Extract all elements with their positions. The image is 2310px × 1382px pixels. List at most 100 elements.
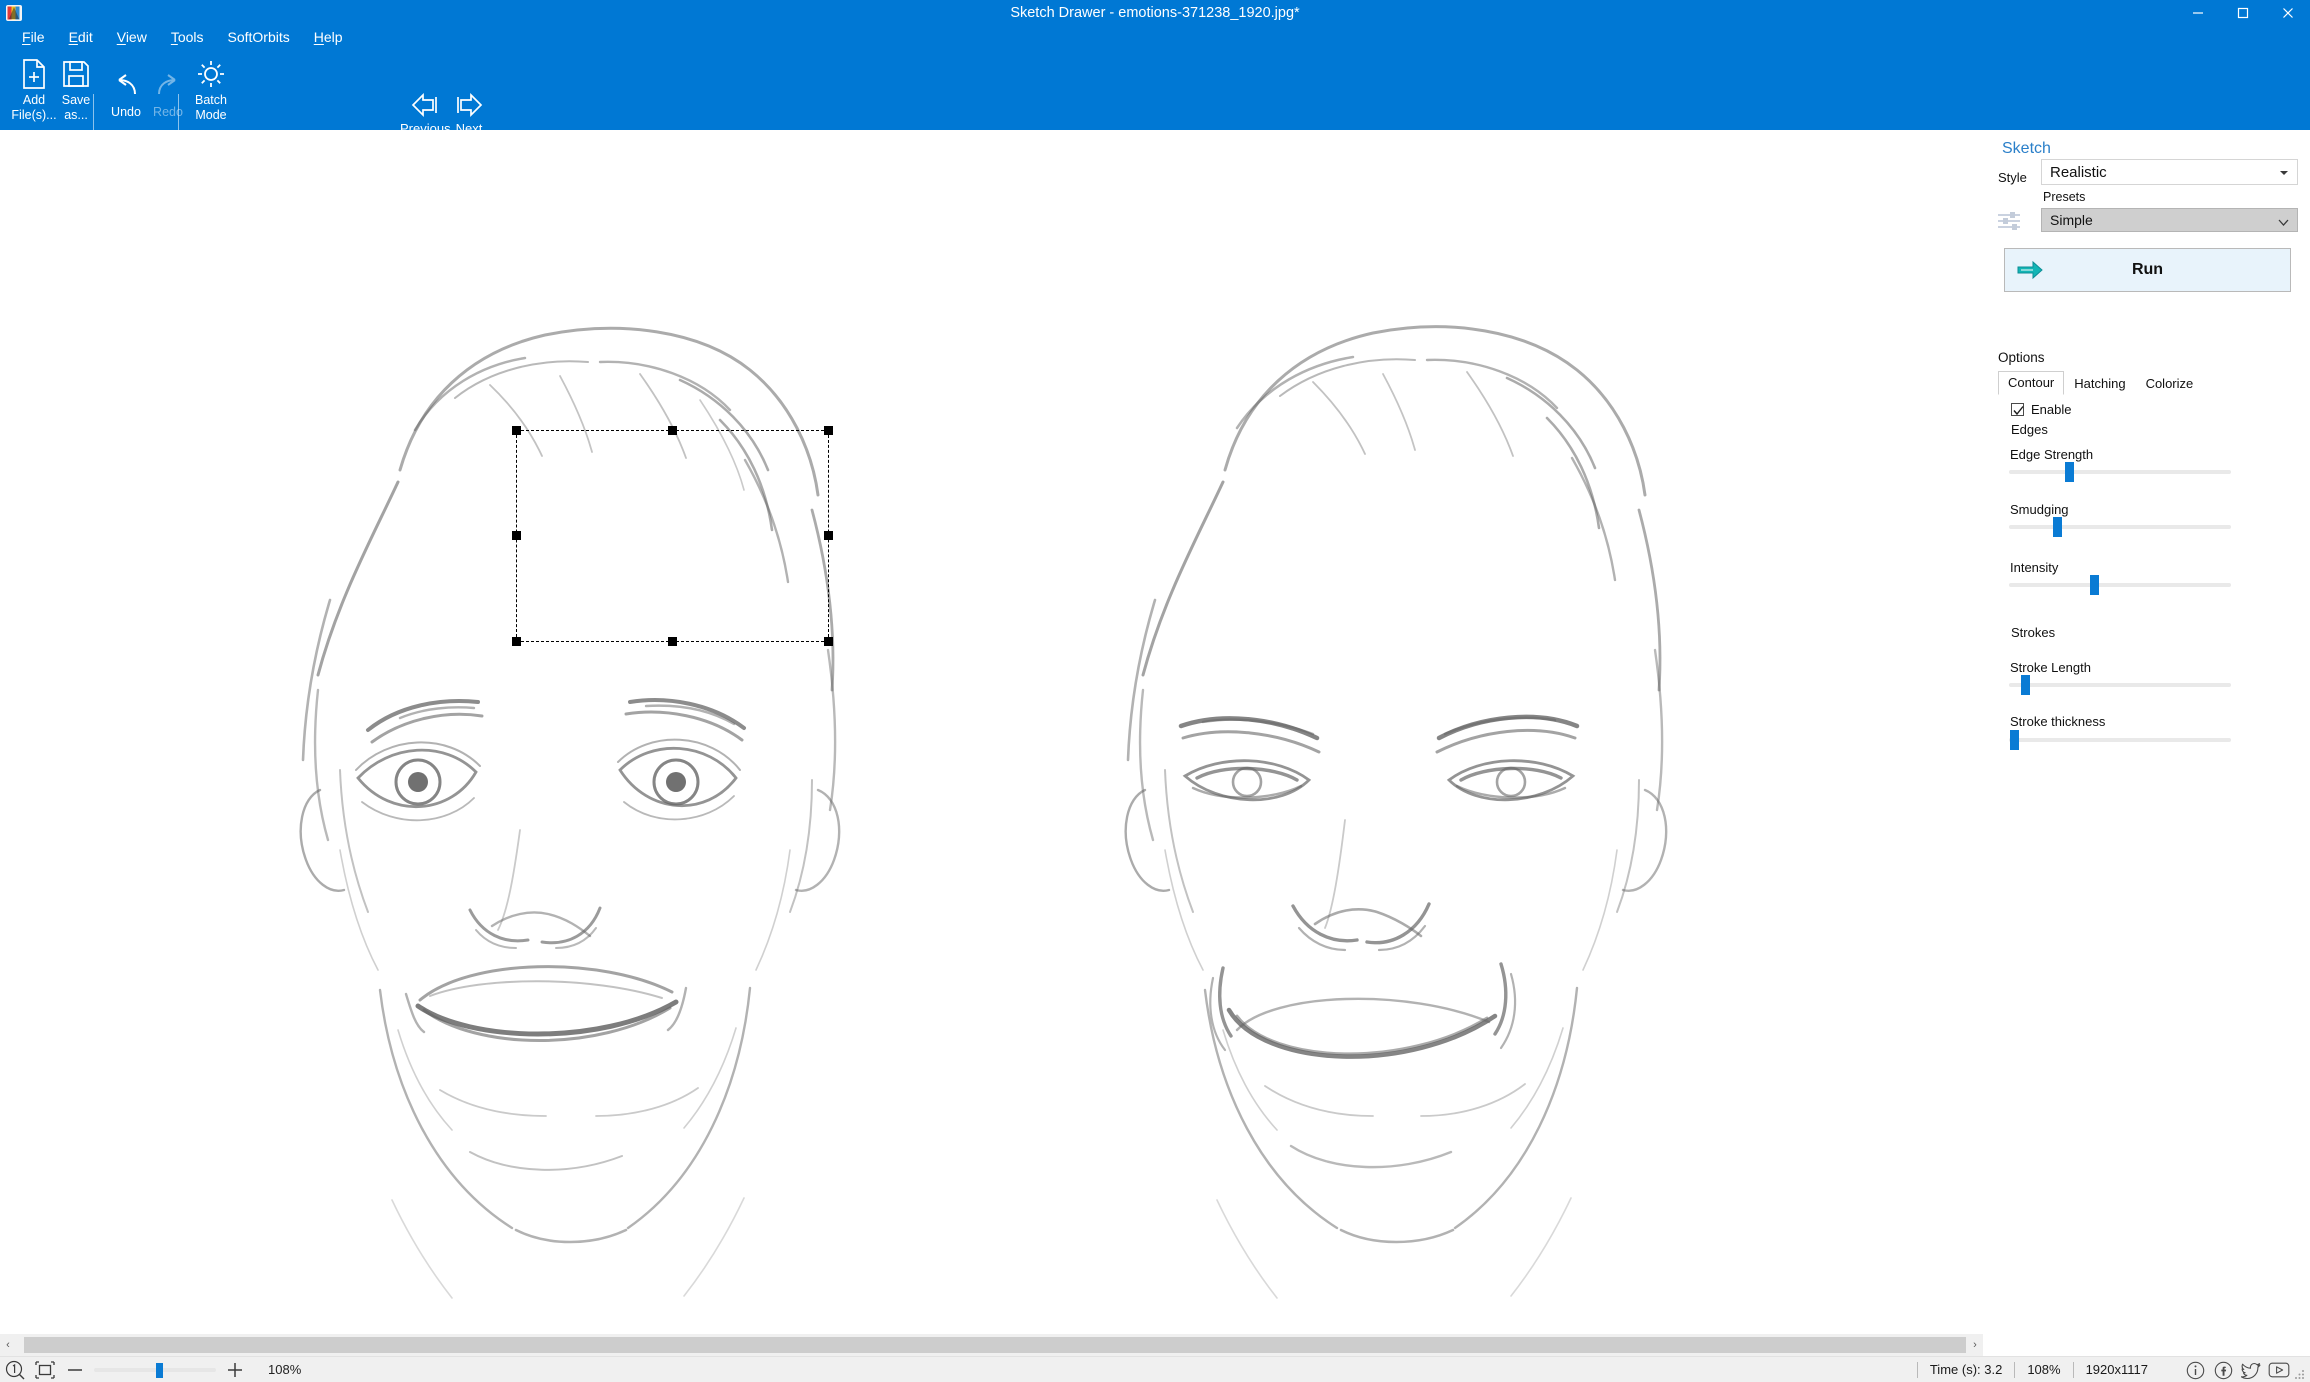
canvas-area[interactable] xyxy=(0,130,1983,1334)
presets-chevron-down-icon xyxy=(2278,215,2289,226)
run-button[interactable]: Run xyxy=(2004,248,2291,292)
save-as-button[interactable]: Save as... xyxy=(48,50,104,122)
style-label: Style xyxy=(1998,170,2027,185)
sketch-preview-image xyxy=(299,325,1668,1299)
zoom-slider-thumb[interactable] xyxy=(156,1362,163,1378)
presets-value: Simple xyxy=(2050,212,2093,228)
smudging-slider[interactable] xyxy=(2009,517,2231,537)
edge-strength-label: Edge Strength xyxy=(2010,447,2094,462)
smudging-thumb[interactable] xyxy=(2053,517,2062,537)
batch-mode-label-1: Batch xyxy=(195,93,227,107)
edge-strength-thumb[interactable] xyxy=(2065,462,2074,482)
window-controls xyxy=(2175,0,2310,26)
presets-label: Presets xyxy=(2043,190,2086,204)
style-dropdown[interactable]: Realistic xyxy=(2041,159,2298,185)
tab-contour[interactable]: Contour xyxy=(1998,371,2065,395)
enable-checkbox-row[interactable]: Enable xyxy=(2011,402,2071,417)
stroke-thickness-thumb[interactable] xyxy=(2010,730,2019,750)
next-arrow-icon xyxy=(453,92,485,121)
menu-softorbits[interactable]: SoftOrbits xyxy=(216,26,302,48)
menu-bar: FFileile Edit View Tools SoftOrbits Help xyxy=(0,26,2310,48)
zoom-percent-left: 108% xyxy=(268,1362,302,1377)
actual-size-icon[interactable] xyxy=(4,1359,26,1381)
strokes-section-label: Strokes xyxy=(2011,625,2056,640)
stroke-length-thumb[interactable] xyxy=(2021,675,2030,695)
menu-view[interactable]: View xyxy=(105,26,159,48)
minimize-button[interactable] xyxy=(2175,0,2220,26)
status-bar: 108% Time (s): 3.2 108% 1920x1117 xyxy=(0,1356,2310,1382)
menu-edit[interactable]: Edit xyxy=(57,26,105,48)
zoom-out-icon[interactable] xyxy=(64,1359,86,1381)
presets-dropdown[interactable]: Simple xyxy=(2041,208,2298,232)
twitter-icon[interactable] xyxy=(2238,1357,2264,1382)
edges-section-label: Edges xyxy=(2011,422,2048,437)
toolbar: Add File(s)... Save as... Undo Redo Batc… xyxy=(0,48,2310,150)
stroke-length-track[interactable] xyxy=(2009,683,2231,687)
stroke-length-slider[interactable] xyxy=(2009,675,2231,695)
run-label: Run xyxy=(2131,261,2164,278)
options-tabs: Contour Hatching Colorize xyxy=(1998,371,2298,395)
smudging-track[interactable] xyxy=(2009,525,2231,529)
stroke-thickness-track[interactable] xyxy=(2009,738,2231,742)
sketch-drawer-window: Sketch Drawer - emotions-371238_1920.jpg… xyxy=(0,0,2310,1382)
zoom-slider-track[interactable] xyxy=(94,1367,216,1372)
save-as-label-2: as... xyxy=(64,108,88,122)
tab-hatching[interactable]: Hatching xyxy=(2064,372,2135,395)
options-label: Options xyxy=(1998,350,2045,365)
add-files-label-1: Add xyxy=(22,93,46,107)
save-floppy-icon xyxy=(62,56,90,92)
resize-grip-icon[interactable] xyxy=(2292,1357,2306,1382)
canvas-horizontal-scrollbar[interactable]: ‹ › xyxy=(0,1334,1983,1356)
intensity-track[interactable] xyxy=(2009,583,2231,587)
scroll-left-icon[interactable]: ‹ xyxy=(0,1334,16,1356)
gear-icon xyxy=(196,56,226,92)
enable-checkbox[interactable] xyxy=(2011,403,2024,416)
undo-icon xyxy=(111,68,141,104)
scrollbar-thumb[interactable] xyxy=(24,1337,1966,1353)
enable-label: Enable xyxy=(2031,402,2072,417)
sketch-settings-panel: Sketch Style Realistic Presets Simple Ru… xyxy=(1983,130,2310,1356)
fit-to-window-icon[interactable] xyxy=(34,1359,56,1381)
save-as-label-1: Save xyxy=(61,93,91,107)
previous-arrow-icon xyxy=(409,92,441,121)
stroke-thickness-label: Stroke thickness xyxy=(2010,714,2106,729)
intensity-label: Intensity xyxy=(2010,560,2059,575)
menu-help[interactable]: Help xyxy=(302,26,355,48)
scroll-right-icon[interactable]: › xyxy=(1967,1334,1983,1356)
menu-file[interactable]: FFileile xyxy=(10,26,57,48)
maximize-button[interactable] xyxy=(2220,0,2265,26)
batch-mode-label-2: Mode xyxy=(195,108,227,122)
undo-label: Undo xyxy=(111,105,141,119)
zoom-slider[interactable] xyxy=(94,1360,216,1380)
title-bar: Sketch Drawer - emotions-371238_1920.jpg… xyxy=(0,0,2310,26)
close-button[interactable] xyxy=(2265,0,2310,26)
zoom-controls: 108% xyxy=(0,1359,301,1381)
intensity-thumb[interactable] xyxy=(2090,575,2099,595)
add-file-icon xyxy=(21,56,47,92)
chevron-down-icon xyxy=(2280,171,2288,175)
info-icon[interactable] xyxy=(2182,1357,2208,1382)
stroke-thickness-slider[interactable] xyxy=(2009,730,2231,750)
panel-title: Sketch xyxy=(2002,140,2051,157)
edge-strength-track[interactable] xyxy=(2009,470,2231,474)
scrollbar-track[interactable] xyxy=(16,1336,1967,1354)
zoom-percent-right: 108% xyxy=(2014,1362,2072,1378)
social-links xyxy=(2182,1357,2292,1382)
tab-colorize[interactable]: Colorize xyxy=(2136,372,2204,395)
edge-strength-slider[interactable] xyxy=(2009,462,2231,482)
run-arrow-icon xyxy=(2017,260,2043,280)
youtube-icon[interactable] xyxy=(2266,1357,2292,1382)
style-value: Realistic xyxy=(2050,163,2107,181)
window-title: Sketch Drawer - emotions-371238_1920.jpg… xyxy=(1010,5,1300,21)
image-dimensions: 1920x1117 xyxy=(2072,1362,2160,1378)
status-right-group: Time (s): 3.2 108% 1920x1117 xyxy=(1916,1357,2306,1382)
stroke-length-label: Stroke Length xyxy=(2010,660,2091,675)
zoom-in-icon[interactable] xyxy=(224,1359,246,1381)
batch-mode-button[interactable]: Batch Mode xyxy=(183,50,239,122)
smudging-label: Smudging xyxy=(2010,502,2069,517)
sliders-icon xyxy=(1996,208,2022,234)
time-status: Time (s): 3.2 xyxy=(1916,1362,2014,1378)
menu-tools[interactable]: Tools xyxy=(159,26,216,48)
intensity-slider[interactable] xyxy=(2009,575,2231,595)
facebook-icon[interactable] xyxy=(2210,1357,2236,1382)
